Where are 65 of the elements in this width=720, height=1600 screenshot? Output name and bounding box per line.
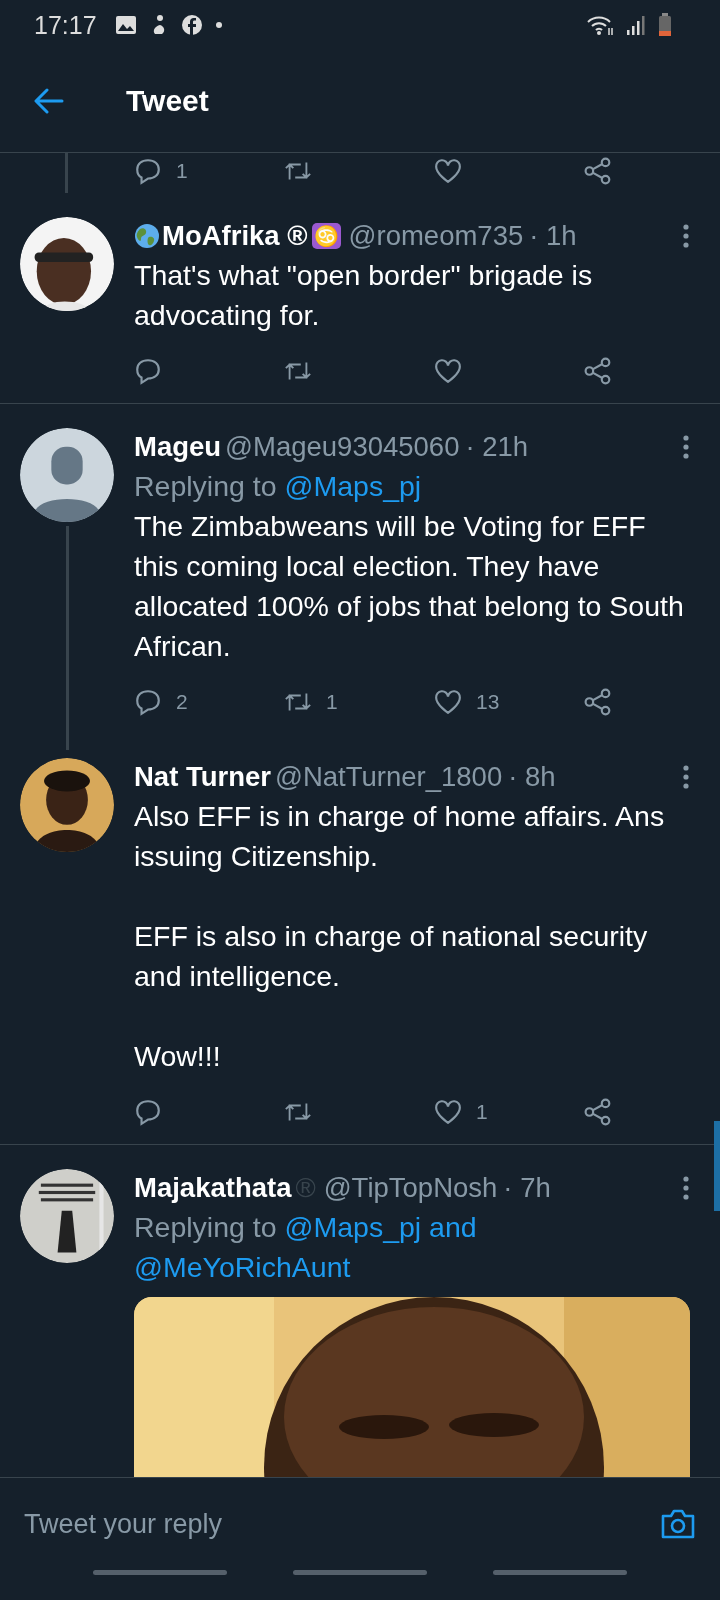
nav-handle[interactable] xyxy=(493,1570,627,1575)
like-count: 1 xyxy=(476,1100,488,1124)
share-icon[interactable] xyxy=(584,1098,612,1126)
tweet-time: · 7h xyxy=(503,1171,551,1205)
camera-icon[interactable] xyxy=(660,1508,696,1540)
tweet-time: · 8h xyxy=(508,760,556,794)
reply-icon[interactable] xyxy=(134,157,162,185)
avatar[interactable] xyxy=(20,758,114,852)
zodiac-badge: ♋ xyxy=(311,223,341,249)
share-icon[interactable] xyxy=(584,357,612,385)
mention-link[interactable]: @Maps_pj and xyxy=(284,1211,477,1243)
reply-icon[interactable] xyxy=(134,688,162,716)
tweet-time: · 1h xyxy=(529,219,577,253)
facebook-icon xyxy=(180,14,203,36)
tweet-text: That's what "open border" brigade is advocating for. xyxy=(134,258,594,333)
reply-icon[interactable] xyxy=(134,1098,162,1126)
user-handle: @romeom735 xyxy=(348,219,524,253)
heart-icon[interactable] xyxy=(434,157,462,185)
user-handle: @TipTopNosh xyxy=(323,1171,498,1205)
dot-icon xyxy=(214,21,223,29)
image-icon xyxy=(114,15,137,35)
mention-link[interactable]: @Maps_pj xyxy=(284,470,422,502)
share-icon[interactable] xyxy=(584,688,612,716)
user-name[interactable]: Nat Turner xyxy=(134,758,271,796)
more-options-icon[interactable] xyxy=(682,223,690,249)
signal-icon xyxy=(626,14,646,36)
back-arrow-icon[interactable] xyxy=(34,88,64,114)
user-handle: @NatTurner_1800 xyxy=(275,760,503,794)
battery-icon xyxy=(658,13,672,37)
wifi-icon xyxy=(586,14,614,36)
more-options-icon[interactable] xyxy=(682,1175,690,1201)
mention-link[interactable]: @MeYoRichAunt xyxy=(134,1251,351,1283)
user-handle: @Mageu93045060 xyxy=(225,430,460,464)
reply-count: 1 xyxy=(176,159,188,183)
replying-label: Replying to xyxy=(134,1211,277,1243)
more-options-icon[interactable] xyxy=(682,764,690,790)
globe-icon xyxy=(134,223,160,249)
avatar[interactable] xyxy=(20,217,114,311)
user-name[interactable]: MoAfrika ® xyxy=(162,217,308,255)
tweet-text: EFF is also in charge of national security and intelligence. xyxy=(134,919,649,994)
like-count: 13 xyxy=(476,690,500,714)
avatar[interactable] xyxy=(20,1169,114,1263)
reply-count: 2 xyxy=(176,690,188,714)
avatar[interactable] xyxy=(20,428,114,522)
nav-handle[interactable] xyxy=(293,1570,427,1575)
registered-mark: ® xyxy=(295,1171,316,1205)
tweet-text: Wow!!! xyxy=(134,1039,222,1074)
tweet-time: · 21h xyxy=(465,430,529,464)
reply-icon[interactable] xyxy=(134,357,162,385)
page-title: Tweet xyxy=(126,84,209,118)
status-time: 17:17 xyxy=(34,10,97,40)
heart-icon[interactable] xyxy=(434,357,462,385)
scrollbar[interactable] xyxy=(714,1121,720,1211)
user-name[interactable]: Majakathata xyxy=(134,1169,292,1207)
tweet-text: Also EFF is in charge of home affairs. Ans issuing Citizenship. xyxy=(134,799,666,874)
reply-field[interactable]: Tweet your reply xyxy=(22,1507,660,1541)
replying-label: Replying to xyxy=(134,470,277,502)
heart-icon[interactable] xyxy=(434,688,462,716)
more-options-icon[interactable] xyxy=(682,434,690,460)
nav-handle[interactable] xyxy=(93,1570,227,1575)
share-icon[interactable] xyxy=(584,157,612,185)
tweet-text: The Zimbabweans will be Voting for EFF this coming local election. They have allocated 100% of jobs that belong to South African. xyxy=(134,509,685,664)
heart-icon[interactable] xyxy=(434,1098,462,1126)
retweet-count: 1 xyxy=(326,690,338,714)
user-name[interactable]: Mageu xyxy=(134,428,222,466)
